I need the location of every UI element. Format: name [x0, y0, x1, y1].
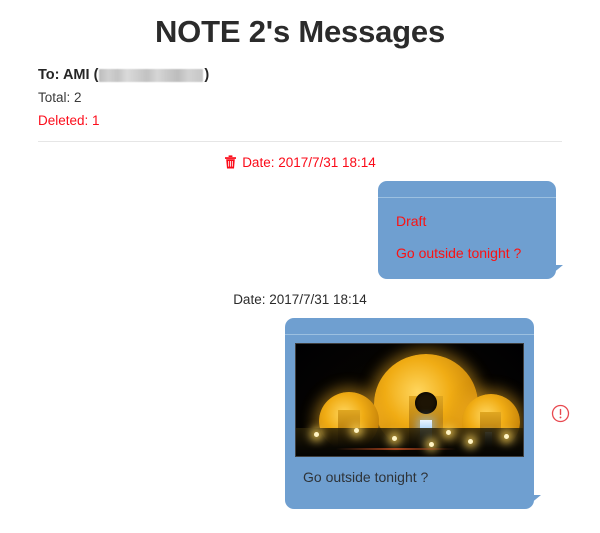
- photo-lamp-1: [314, 432, 319, 438]
- message-bubble-2-body: Go outside tonight ?: [285, 335, 534, 509]
- photo-lamp-7: [429, 442, 434, 448]
- recipient-number-redacted: [99, 69, 204, 83]
- message-bubble-1[interactable]: Draft Go outside tonight ?: [378, 180, 563, 280]
- message-item-1: Date: 2017/7/31 18:14 Draft Go outside t…: [0, 142, 600, 280]
- message-item-2: Date: 2017/7/31 18:14 Go outside tonight…: [0, 279, 600, 510]
- message-bubble-1-body: Draft Go outside tonight ?: [378, 198, 556, 279]
- recipient-line: To: AMI ( ): [38, 64, 600, 86]
- deleted-count-label: Deleted: 1: [38, 112, 100, 128]
- message-bubble-1-topbar: [378, 181, 556, 198]
- page-title: NOTE 2's Messages: [155, 14, 445, 49]
- message-1-bubble-row: Draft Go outside tonight ?: [0, 180, 600, 280]
- photo-dome-aperture: [415, 392, 437, 415]
- message-1-date-row: Date: 2017/7/31 18:14: [0, 142, 600, 170]
- total-count-label: Total: 2: [38, 89, 82, 105]
- photo-lamp-6: [504, 434, 509, 440]
- photo-lamp-2: [354, 428, 359, 434]
- message-1-date-label: Date: 2017/7/31 18:14: [242, 154, 376, 170]
- message-2-bubble-row: Go outside tonight ?: [0, 318, 600, 510]
- recipient-prefix-label: To: AMI (: [38, 67, 99, 84]
- photo-ground: [296, 428, 523, 457]
- message-bubble-2-topbar: [285, 318, 534, 336]
- recipient-suffix-label: ): [204, 67, 210, 84]
- trash-icon[interactable]: [224, 155, 237, 169]
- photo-lamp-5: [468, 439, 473, 445]
- photo-lamp-3: [392, 436, 397, 442]
- exclamation-circle-icon[interactable]: [551, 404, 570, 423]
- photo-lamp-4: [446, 430, 451, 436]
- draft-label: Draft: [396, 212, 427, 229]
- message-2-date-label: Date: 2017/7/31 18:14: [233, 292, 367, 308]
- message-1-text: Go outside tonight ?: [396, 245, 522, 262]
- message-bubble-2[interactable]: Go outside tonight ?: [285, 318, 541, 510]
- message-2-text: Go outside tonight ?: [303, 469, 429, 486]
- message-summary: To: AMI ( ) Total: 2 Deleted: 1: [0, 52, 600, 132]
- message-2-date-row: Date: 2017/7/31 18:14: [0, 279, 600, 307]
- photo-light-streak: [336, 448, 456, 451]
- night-scene-photo[interactable]: [295, 343, 524, 458]
